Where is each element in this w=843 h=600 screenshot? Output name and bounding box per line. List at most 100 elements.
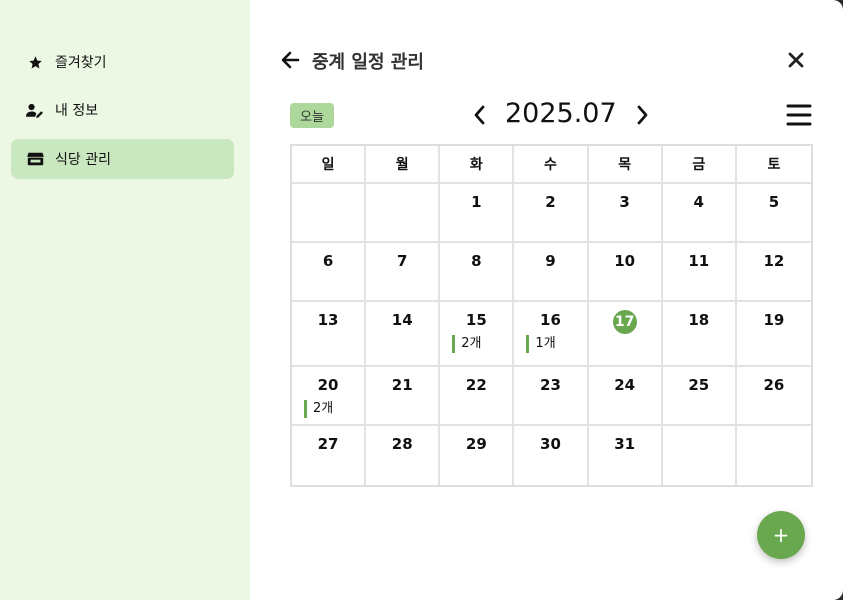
- day-number: 21: [391, 376, 413, 394]
- app-window: 즐겨찾기 내 정보 식당 관리 중계 일정 관리 오늘 2025.07 일 월 …: [0, 0, 843, 600]
- day-number: 15: [465, 311, 487, 329]
- sidebar: 즐겨찾기 내 정보 식당 관리: [0, 0, 250, 600]
- arrow-left-icon: [281, 51, 300, 69]
- day-number: 29: [465, 435, 487, 453]
- calendar-day-cell[interactable]: 20 2개: [292, 367, 367, 426]
- weekday-header: 화: [440, 146, 515, 184]
- day-number: 5: [768, 193, 780, 211]
- calendar-day-cell[interactable]: 18: [662, 302, 737, 367]
- calendar-day-cell[interactable]: 19: [736, 302, 811, 367]
- calendar-grid: 일 월 화 수 목 금 토 1 2 3 4 5 6 7 8 9 10 11 12 13 14 15 2개 16 1개 17 18 19…: [290, 144, 813, 487]
- day-number: 7: [396, 252, 408, 270]
- sidebar-item-label: 식당 관리: [55, 152, 111, 168]
- day-number: 27: [317, 435, 339, 453]
- weekday-header: 수: [514, 146, 589, 184]
- sidebar-item-restaurant-management[interactable]: 식당 관리: [11, 139, 234, 179]
- calendar-day-cell[interactable]: 27: [292, 426, 367, 485]
- user-edit-icon: [26, 101, 44, 119]
- calendar-day-cell[interactable]: 30: [514, 426, 589, 485]
- calendar-day-cell: [663, 426, 737, 485]
- event-count-badge[interactable]: 1개: [526, 335, 556, 353]
- day-number: 11: [688, 252, 710, 270]
- day-number: 19: [763, 311, 785, 329]
- prev-month-button[interactable]: [468, 102, 492, 128]
- chevron-right-icon: [637, 105, 648, 125]
- day-number: 3: [619, 193, 630, 211]
- calendar-day-cell[interactable]: 8: [440, 243, 515, 302]
- calendar-day-cell[interactable]: 28: [366, 426, 441, 485]
- weekday-header: 월: [366, 146, 441, 184]
- today-button[interactable]: 오늘: [290, 103, 334, 128]
- calendar-day-cell[interactable]: 29: [440, 426, 515, 485]
- calendar-day-cell[interactable]: 2: [514, 184, 589, 243]
- calendar-day-cell[interactable]: 16 1개: [514, 302, 589, 367]
- calendar-day-cell[interactable]: 26: [736, 367, 811, 426]
- calendar-day-cell[interactable]: 3: [588, 184, 663, 243]
- calendar-day-cell[interactable]: 31: [589, 426, 663, 485]
- sidebar-item-label: 내 정보: [55, 103, 99, 119]
- calendar-day-cell[interactable]: 11: [662, 243, 737, 302]
- calendar-day-cell[interactable]: 4: [662, 184, 737, 243]
- weekday-header: 목: [588, 146, 663, 184]
- chevron-left-icon: [474, 105, 485, 125]
- calendar-day-cell[interactable]: 7: [366, 243, 441, 302]
- calendar-day-cell[interactable]: 22: [440, 367, 515, 426]
- calendar-day-cell[interactable]: 14: [366, 302, 441, 367]
- day-number: 24: [614, 376, 636, 394]
- back-button[interactable]: [280, 49, 302, 71]
- calendar-day-cell[interactable]: 1: [440, 184, 515, 243]
- calendar-day-cell[interactable]: 9: [514, 243, 589, 302]
- day-number: 30: [540, 435, 561, 453]
- calendar-day-cell[interactable]: 6: [292, 243, 367, 302]
- day-number: 10: [614, 252, 636, 270]
- calendar-day-cell[interactable]: 12: [736, 243, 811, 302]
- sidebar-item-favorites[interactable]: 즐겨찾기: [11, 42, 234, 82]
- next-month-button[interactable]: [630, 102, 654, 128]
- main-panel: 중계 일정 관리 오늘 2025.07 일 월 화 수 목 금 토 1 2 3 4 5 6 7 8 9 10 11…: [250, 0, 843, 600]
- day-number: 6: [322, 252, 334, 270]
- weekday-header: 금: [662, 146, 737, 184]
- day-number: 16: [540, 311, 561, 329]
- calendar-day-cell[interactable]: 23: [514, 367, 589, 426]
- close-button[interactable]: [786, 49, 808, 71]
- menu-button[interactable]: [786, 102, 812, 128]
- day-number: 1: [471, 193, 482, 211]
- calendar-day-cell: [737, 426, 811, 485]
- day-number: 13: [317, 311, 339, 329]
- event-count-badge[interactable]: 2개: [304, 400, 333, 418]
- calendar-day-cell: [366, 184, 441, 243]
- calendar-day-cell[interactable]: 13: [292, 302, 367, 367]
- day-number: 9: [545, 252, 556, 270]
- day-number: 8: [471, 252, 482, 270]
- calendar-day-cell[interactable]: 25: [662, 367, 737, 426]
- weekday-header: 토: [736, 146, 811, 184]
- close-icon: [788, 52, 804, 68]
- day-number: 28: [391, 435, 413, 453]
- calendar-day-cell[interactable]: 15 2개: [440, 302, 515, 367]
- calendar-day-cell: [292, 184, 367, 243]
- calendar-day-cell[interactable]: 10: [588, 243, 663, 302]
- event-count-badge[interactable]: 2개: [452, 335, 482, 353]
- day-number: 18: [688, 311, 710, 329]
- day-number: 12: [763, 252, 785, 270]
- store-icon: [26, 150, 44, 168]
- add-schedule-button[interactable]: +: [757, 511, 805, 559]
- page-title: 중계 일정 관리: [312, 52, 424, 73]
- day-number: 2: [545, 193, 556, 211]
- calendar-day-cell[interactable]: 5: [736, 184, 811, 243]
- day-number: 4: [693, 193, 704, 211]
- hamburger-menu-icon: [786, 104, 812, 126]
- calendar-day-cell[interactable]: 21: [366, 367, 441, 426]
- sidebar-item-my-info[interactable]: 내 정보: [11, 90, 234, 130]
- month-label: 2025.07: [505, 98, 617, 129]
- sidebar-item-label: 즐겨찾기: [55, 55, 107, 71]
- day-number: 20: [317, 376, 339, 394]
- calendar-day-cell[interactable]: 17: [588, 302, 663, 367]
- today-day-number: 17: [612, 310, 637, 334]
- day-number: 23: [540, 376, 561, 394]
- day-number: 31: [614, 435, 636, 453]
- calendar-day-cell[interactable]: 24: [588, 367, 663, 426]
- day-number: 25: [688, 376, 710, 394]
- weekday-header: 일: [292, 146, 367, 184]
- day-number: 26: [763, 376, 785, 394]
